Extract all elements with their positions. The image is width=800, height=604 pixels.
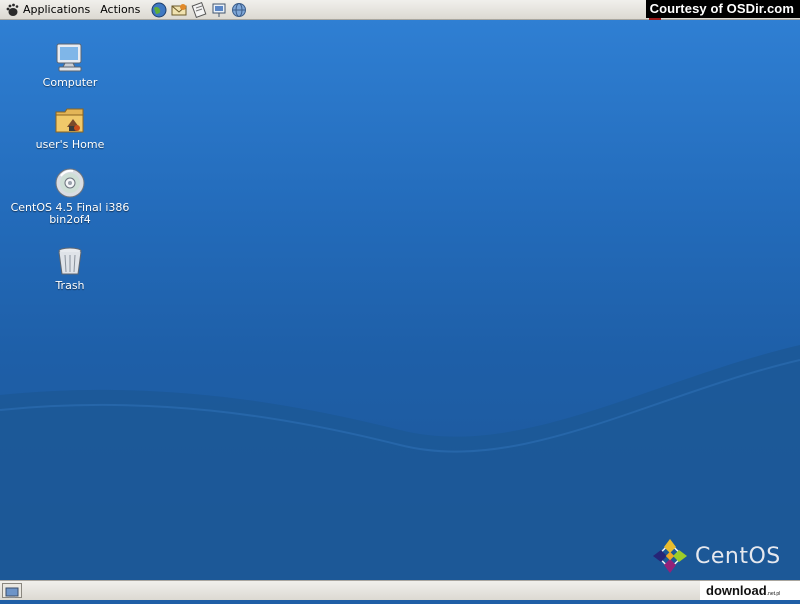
computer-icon bbox=[56, 43, 82, 72]
desktop-icon-label: user's Home bbox=[35, 138, 105, 151]
desktop-icon-label: CentOS 4.5 Final i386 bin2of4 bbox=[10, 201, 130, 226]
download-watermark: download.net.pl bbox=[700, 581, 800, 600]
show-desktop-button[interactable] bbox=[2, 583, 22, 598]
top-panel: Applications Actions Courtesy of OSDir.c… bbox=[0, 0, 800, 20]
gnome-foot-icon bbox=[6, 3, 19, 16]
office-writer-icon[interactable] bbox=[191, 1, 207, 18]
desktop-icon-trash[interactable]: Trash bbox=[10, 245, 130, 292]
desktop-icon bbox=[5, 587, 19, 598]
centos-logo-icon bbox=[653, 539, 687, 573]
desktop[interactable]: Computer user's Home CentOS 4.5 Final i3… bbox=[0, 20, 800, 580]
centos-brand-text: CentOS bbox=[695, 544, 781, 569]
desktop-icon-computer[interactable]: Computer bbox=[10, 42, 130, 89]
desktop-icon-label: Trash bbox=[55, 279, 85, 292]
bottom-panel: download.net.pl bbox=[0, 580, 800, 600]
presentation-icon[interactable] bbox=[211, 2, 227, 18]
trash-icon bbox=[58, 247, 82, 275]
cdrom-icon bbox=[55, 168, 85, 198]
home-folder-icon bbox=[55, 108, 84, 133]
desktop-icon-label: Computer bbox=[42, 76, 98, 89]
email-icon[interactable] bbox=[171, 2, 187, 18]
actions-menu-label: Actions bbox=[100, 3, 141, 16]
desktop-icon-home[interactable]: user's Home bbox=[10, 104, 130, 151]
download-watermark-main: download bbox=[706, 583, 767, 598]
applications-menu-label: Applications bbox=[23, 3, 91, 16]
courtesy-watermark: Courtesy of OSDir.com bbox=[645, 0, 800, 18]
desktop-icon-cdrom[interactable]: CentOS 4.5 Final i386 bin2of4 bbox=[10, 167, 130, 226]
actions-menu[interactable]: Actions bbox=[95, 0, 145, 20]
applications-menu[interactable]: Applications bbox=[0, 0, 95, 20]
launcher-group bbox=[149, 1, 249, 18]
network-icon[interactable] bbox=[231, 2, 247, 18]
download-watermark-suffix: .net.pl bbox=[766, 591, 781, 597]
web-browser-icon[interactable] bbox=[151, 2, 167, 18]
